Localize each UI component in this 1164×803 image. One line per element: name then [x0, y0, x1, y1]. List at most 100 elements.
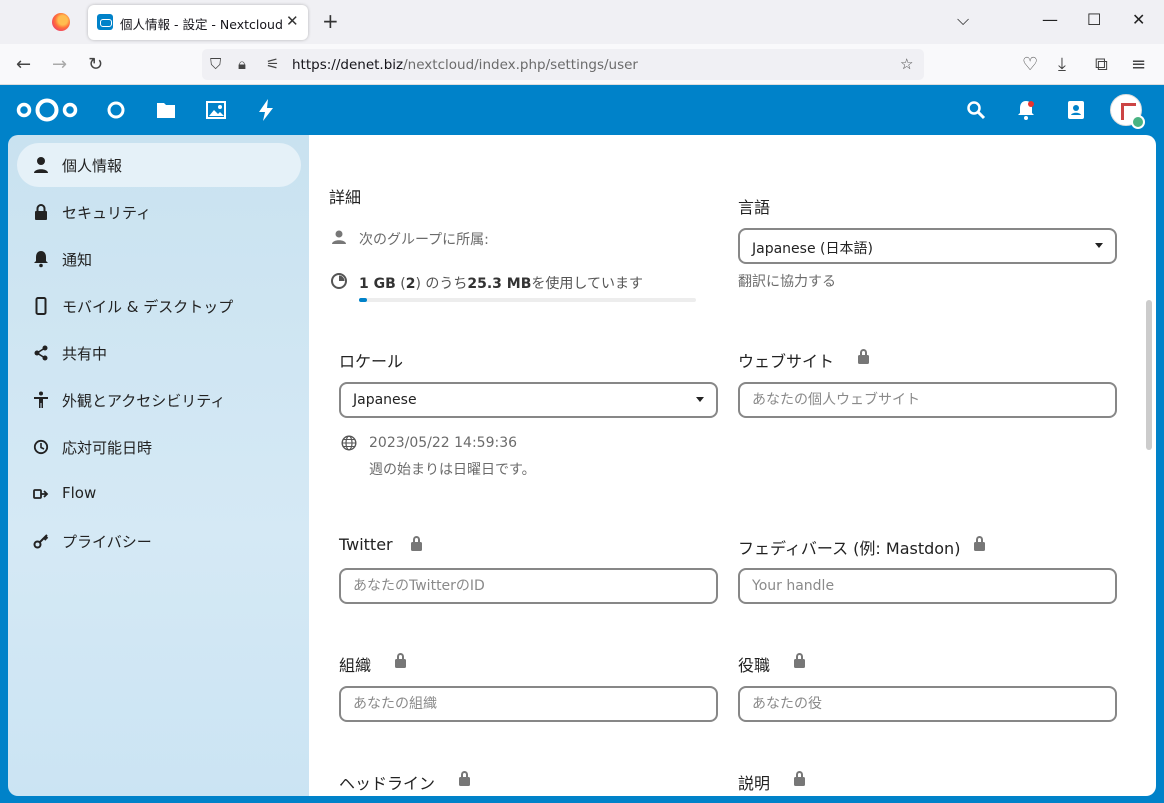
twitter-input[interactable]	[339, 568, 718, 604]
browser-tab-active[interactable]: 個人情報 - 設定 - Nextcloud ✕	[88, 5, 308, 40]
organisation-input[interactable]	[339, 686, 718, 722]
bookmark-star-icon[interactable]: ☆	[900, 55, 913, 73]
content-scrollbar[interactable]	[1146, 300, 1152, 450]
share-icon	[34, 345, 48, 361]
lock-icon[interactable]	[858, 349, 869, 364]
lock-icon[interactable]	[974, 536, 985, 551]
url-text[interactable]: https://denet.biz/nextcloud/index.php/se…	[292, 57, 638, 73]
locale-select[interactable]: Japanese	[339, 382, 718, 418]
week-start-text: 週の始まりは日曜日です。	[369, 462, 536, 478]
clock-icon	[33, 439, 49, 455]
search-icon[interactable]	[966, 100, 986, 120]
sidebar-item-label: Flow	[62, 484, 97, 502]
shield-icon[interactable]: ⛉	[210, 55, 221, 73]
groups-label: 次のグループに所属:	[359, 232, 489, 248]
accessibility-icon	[34, 391, 48, 408]
website-title: ウェブサイト	[738, 352, 835, 371]
sidebar-item-label: プライバシー	[62, 533, 152, 551]
extensions-icon[interactable]: ⧉	[1095, 54, 1108, 75]
sidebar-item-label: 外観とアクセシビリティ	[62, 392, 226, 410]
locale-select-value: Japanese	[353, 392, 417, 408]
files-icon[interactable]	[156, 101, 176, 119]
quota-pie-icon	[331, 273, 347, 289]
lock-icon[interactable]	[411, 536, 422, 551]
window-minimize-icon[interactable]: —	[1042, 10, 1058, 29]
fediverse-input[interactable]	[738, 568, 1117, 604]
quota-text: 1 GB (2) のうち25.3 MBを使用しています	[359, 276, 643, 292]
nextcloud-favicon-icon	[97, 14, 113, 30]
role-input[interactable]	[738, 686, 1117, 722]
contacts-icon[interactable]	[1066, 99, 1086, 121]
locale-title: ロケール	[339, 352, 404, 371]
fediverse-title: フェディバース (例: Mastdon)	[738, 539, 961, 558]
lock-icon[interactable]	[459, 771, 470, 786]
forward-icon[interactable]: →	[52, 54, 67, 75]
role-title: 役職	[738, 656, 771, 675]
tab-list-chevron-icon[interactable]: ⌵	[957, 10, 969, 30]
menu-icon[interactable]: ≡	[1131, 54, 1146, 75]
download-icon[interactable]: ⤓	[1058, 54, 1066, 75]
language-title: 言語	[738, 198, 771, 217]
quota-progress-fill	[359, 298, 367, 302]
activity-icon[interactable]	[258, 99, 274, 121]
tab-close-icon[interactable]: ✕	[286, 12, 299, 30]
padlock-icon[interactable]: 🔒︎	[238, 55, 246, 73]
sidebar-item-privacy[interactable]: プライバシー	[17, 519, 301, 563]
bell-icon	[34, 251, 48, 268]
online-status-badge	[1131, 115, 1145, 129]
sidebar-item-label: モバイル & デスクトップ	[62, 298, 234, 316]
organisation-title: 組織	[339, 656, 372, 675]
sidebar-item-flow[interactable]: Flow	[17, 472, 301, 516]
group-user-icon	[332, 230, 346, 244]
sidebar-item-appearance[interactable]: 外観とアクセシビリティ	[17, 378, 301, 422]
pocket-icon[interactable]: ♡	[1022, 54, 1038, 75]
permissions-icon[interactable]: ⚟	[266, 55, 279, 73]
sidebar-item-security[interactable]: セキュリティ	[17, 190, 301, 234]
phone-icon	[35, 297, 47, 315]
reload-icon[interactable]: ↻	[88, 54, 103, 75]
sidebar-item-notifications[interactable]: 通知	[17, 237, 301, 281]
twitter-title: Twitter	[339, 535, 393, 554]
language-select-value: Japanese (日本語)	[752, 241, 873, 257]
lock-icon	[35, 204, 47, 220]
chevron-down-icon	[696, 397, 704, 402]
lock-icon[interactable]	[794, 771, 805, 786]
lock-icon[interactable]	[395, 653, 406, 668]
biography-title: 説明	[738, 774, 771, 793]
website-input[interactable]	[738, 382, 1117, 418]
key-icon	[33, 534, 49, 549]
dashboard-icon[interactable]	[106, 100, 126, 120]
details-title: 詳細	[329, 188, 362, 207]
user-icon	[34, 157, 48, 173]
headline-title: ヘッドライン	[339, 774, 436, 793]
firefox-icon[interactable]	[52, 13, 70, 31]
back-icon[interactable]: ←	[16, 54, 31, 75]
nextcloud-header	[0, 85, 1164, 135]
sidebar-item-label: セキュリティ	[62, 204, 152, 222]
lock-icon[interactable]	[794, 653, 805, 668]
settings-sidebar: 個人情報 セキュリティ 通知 モバイル & デスクトップ 共有中 外観とアクセシ…	[8, 135, 309, 796]
chevron-down-icon	[1095, 243, 1103, 248]
locale-datetime: 2023/05/22 14:59:36	[369, 435, 518, 451]
language-select[interactable]: Japanese (日本語)	[738, 228, 1117, 264]
sidebar-item-label: 通知	[62, 251, 93, 269]
new-tab-icon[interactable]: +	[322, 9, 339, 33]
sidebar-item-label: 応対可能日時	[62, 439, 153, 457]
globe-icon	[341, 435, 357, 451]
window-close-icon[interactable]: ✕	[1132, 10, 1145, 29]
notifications-bell-icon[interactable]	[1016, 99, 1036, 121]
sidebar-item-personal-info[interactable]: 個人情報	[17, 143, 301, 187]
photos-icon[interactable]	[206, 101, 226, 119]
sidebar-item-label: 個人情報	[62, 157, 123, 175]
flow-icon	[33, 489, 49, 499]
sidebar-item-availability[interactable]: 応対可能日時	[17, 425, 301, 469]
nextcloud-logo-icon[interactable]	[16, 97, 78, 123]
url-bar[interactable]: ⛉ 🔒︎ ⚟ https://denet.biz/nextcloud/index…	[202, 49, 924, 80]
sidebar-item-label: 共有中	[62, 345, 108, 363]
sidebar-item-sharing[interactable]: 共有中	[17, 331, 301, 375]
browser-navbar: ← → ↻ ⛉ 🔒︎ ⚟ https://denet.biz/nextcloud…	[0, 44, 1164, 85]
window-maximize-icon[interactable]: ☐	[1087, 10, 1101, 29]
help-translate-link[interactable]: 翻訳に協力する	[738, 271, 836, 291]
sidebar-item-mobile-desktop[interactable]: モバイル & デスクトップ	[17, 284, 301, 328]
tab-title: 個人情報 - 設定 - Nextcloud	[120, 17, 283, 32]
